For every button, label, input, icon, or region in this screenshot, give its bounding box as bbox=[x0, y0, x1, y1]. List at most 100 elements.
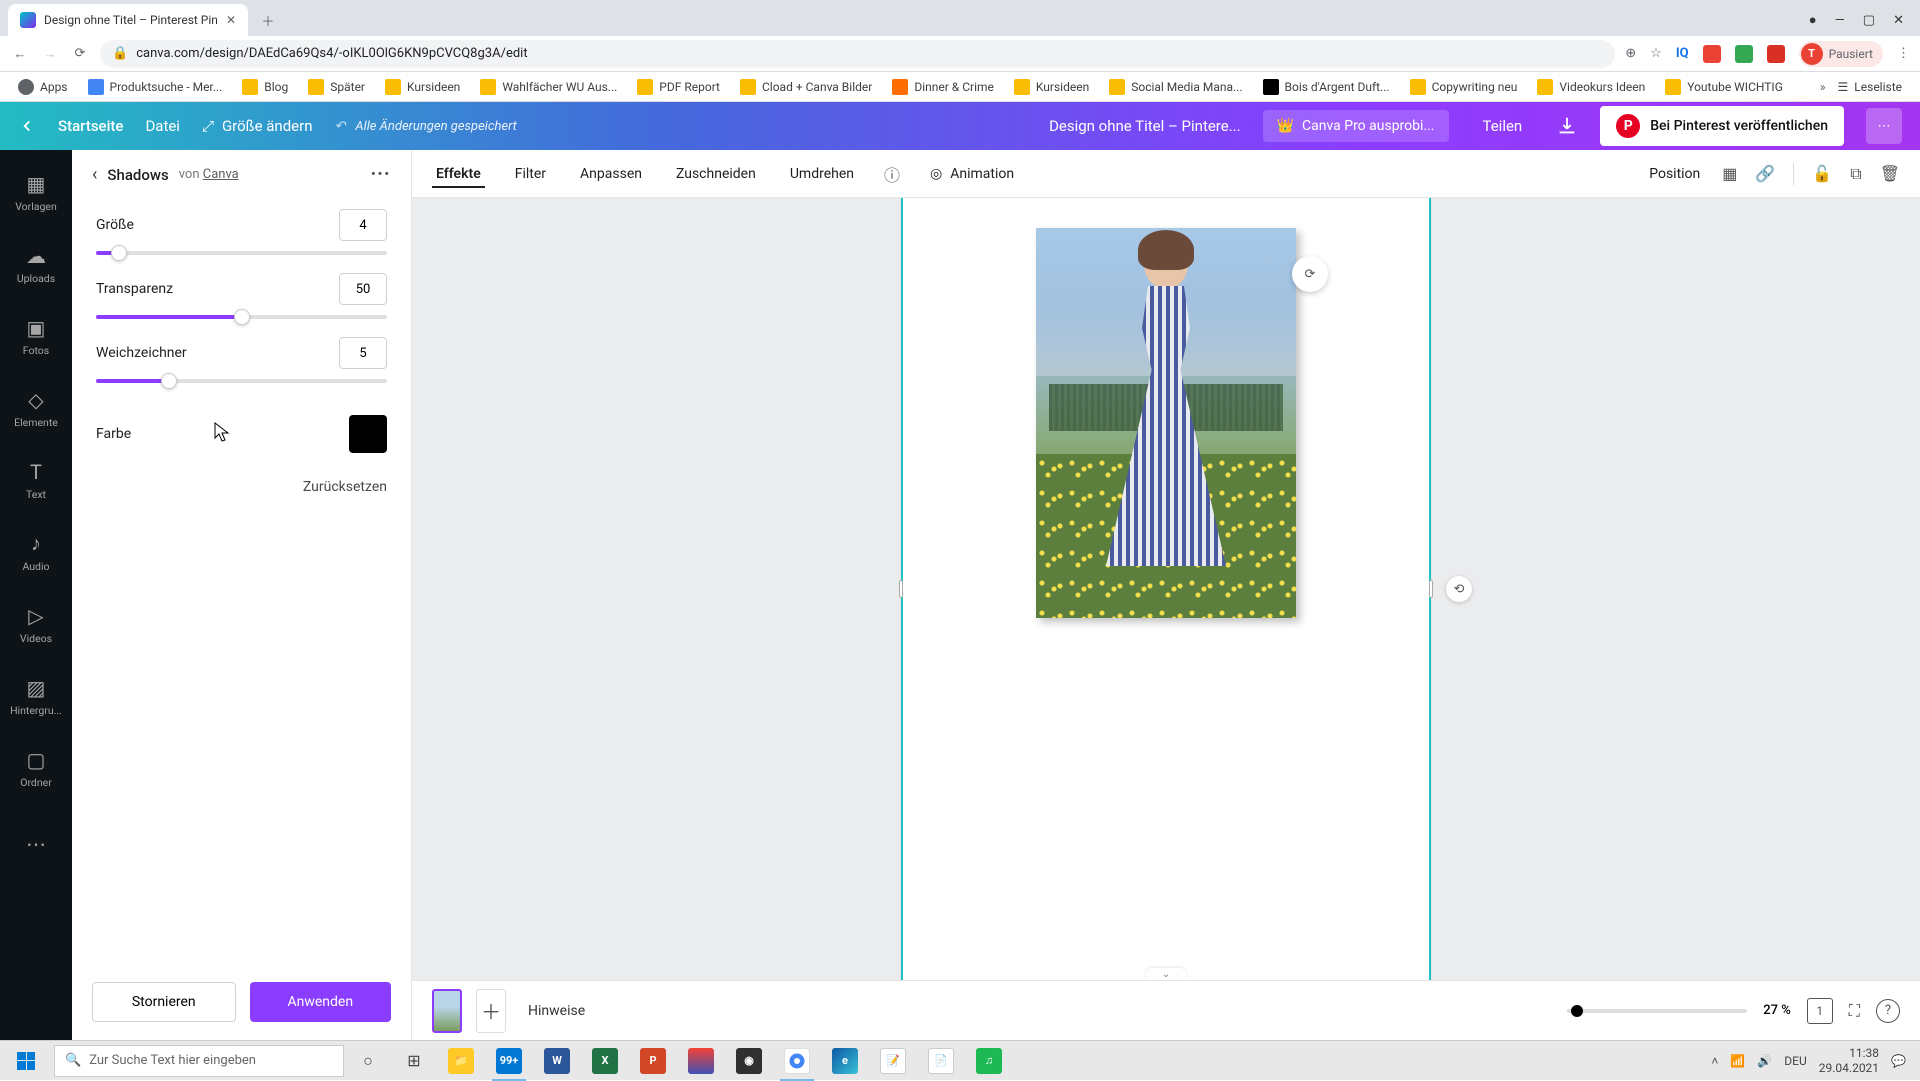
taskbar-app[interactable]: 📄 bbox=[918, 1041, 964, 1081]
reload-icon[interactable]: ⟳ bbox=[70, 46, 90, 61]
effects-tab[interactable]: Effekte bbox=[432, 160, 485, 188]
bookmark-item[interactable]: Bois d'Argent Duft... bbox=[1255, 75, 1398, 99]
ext-iq-icon[interactable]: IQ bbox=[1676, 46, 1689, 61]
resize-button[interactable]: ⤢ Größe ändern bbox=[202, 117, 313, 135]
bookmark-item[interactable]: Wahlfächer WU Aus... bbox=[472, 75, 625, 99]
size-value[interactable]: 4 bbox=[339, 209, 387, 241]
bookmark-item[interactable]: PDF Report bbox=[629, 75, 728, 99]
header-more-button[interactable]: ⋯ bbox=[1866, 108, 1902, 144]
taskbar-mail[interactable]: 99+ bbox=[486, 1041, 532, 1081]
taskbar-edge[interactable]: e bbox=[822, 1041, 868, 1081]
taskbar-app[interactable] bbox=[678, 1041, 724, 1081]
zoom-slider[interactable] bbox=[1567, 1009, 1747, 1013]
document-title[interactable]: Design ohne Titel – Pintere... bbox=[1049, 117, 1241, 135]
bookmark-item[interactable]: Copywriting neu bbox=[1402, 75, 1526, 99]
rail-folders[interactable]: ▢Ordner bbox=[0, 732, 72, 804]
bookmark-item[interactable]: Videokurs Ideen bbox=[1529, 75, 1653, 99]
volume-icon[interactable]: 🔊 bbox=[1757, 1054, 1772, 1068]
transparency-value[interactable]: 50 bbox=[339, 273, 387, 305]
bookmark-item[interactable]: Cload + Canva Bilder bbox=[732, 75, 880, 99]
chrome-account-dot[interactable]: ● bbox=[1809, 12, 1817, 28]
position-button[interactable]: Position bbox=[1645, 160, 1704, 188]
panel-more-icon[interactable]: ••• bbox=[371, 167, 391, 182]
selected-image[interactable]: ⟳ bbox=[1036, 228, 1296, 618]
crop-tab[interactable]: Zuschneiden bbox=[672, 160, 760, 188]
close-window-icon[interactable]: ✕ bbox=[1893, 13, 1904, 28]
bookmark-item[interactable]: Kursideen bbox=[377, 75, 468, 99]
bookmark-item[interactable]: Später bbox=[300, 75, 373, 99]
bookmark-item[interactable]: Produktsuche - Mer... bbox=[80, 75, 231, 99]
bookmark-item[interactable]: Social Media Mana... bbox=[1101, 75, 1250, 99]
notifications-icon[interactable]: 💬 bbox=[1891, 1054, 1906, 1068]
taskbar-search[interactable]: 🔍 Zur Suche Text hier eingeben bbox=[54, 1045, 344, 1077]
try-pro-button[interactable]: 👑 Canva Pro ausprobi... bbox=[1263, 110, 1449, 142]
browser-tab[interactable]: Design ohne Titel – Pinterest Pin ✕ bbox=[8, 4, 248, 36]
author-link[interactable]: Canva bbox=[203, 167, 239, 182]
rail-audio[interactable]: ♪Audio bbox=[0, 516, 72, 588]
bookmark-item[interactable]: Kursideen bbox=[1006, 75, 1097, 99]
trash-icon[interactable]: 🗑 bbox=[1880, 164, 1900, 183]
cortana-icon[interactable]: ○ bbox=[346, 1041, 390, 1081]
taskbar-chrome[interactable] bbox=[774, 1041, 820, 1081]
clock[interactable]: 11:38 29.04.2021 bbox=[1819, 1046, 1879, 1075]
rail-photos[interactable]: ▣Fotos bbox=[0, 300, 72, 372]
extension-icon-3[interactable] bbox=[1767, 45, 1785, 63]
animation-button[interactable]: ◎ Animation bbox=[926, 160, 1018, 188]
slider-thumb[interactable] bbox=[161, 373, 177, 389]
rail-templates[interactable]: ▦Vorlagen bbox=[0, 156, 72, 228]
canvas-stage[interactable]: ⟳ ⟲ ⌄ bbox=[412, 198, 1920, 980]
start-button[interactable] bbox=[4, 1041, 48, 1081]
rotate-handle[interactable]: ⟲ bbox=[1446, 576, 1472, 602]
duplicate-icon[interactable]: ⧉ bbox=[1850, 164, 1861, 184]
panel-back-icon[interactable]: ‹ bbox=[92, 164, 97, 185]
rail-background[interactable]: ▨Hintergru... bbox=[0, 660, 72, 732]
tray-expand-icon[interactable]: ˄ bbox=[1711, 1054, 1718, 1068]
transparency-slider[interactable] bbox=[96, 315, 387, 319]
language-indicator[interactable]: DEU bbox=[1784, 1054, 1806, 1068]
reset-link[interactable]: Zurücksetzen bbox=[303, 479, 387, 495]
chrome-menu-icon[interactable]: ⋮ bbox=[1897, 46, 1910, 61]
share-button[interactable]: Teilen bbox=[1471, 109, 1535, 143]
adjust-tab[interactable]: Anpassen bbox=[576, 160, 646, 188]
bookmarks-overflow[interactable]: » bbox=[1820, 80, 1826, 94]
maximize-icon[interactable]: ▢ bbox=[1863, 13, 1875, 28]
rail-more[interactable]: ⋯ bbox=[0, 808, 72, 880]
bookmark-item[interactable]: Blog bbox=[234, 75, 296, 99]
refresh-image-icon[interactable]: ⟳ bbox=[1292, 256, 1328, 292]
transparency-icon[interactable]: ▦ bbox=[1722, 164, 1737, 183]
rail-text[interactable]: TText bbox=[0, 444, 72, 516]
zoom-percent[interactable]: 27 % bbox=[1763, 1003, 1791, 1018]
taskbar-explorer[interactable]: 📁 bbox=[438, 1041, 484, 1081]
url-input[interactable]: 🔒 canva.com/design/DAEdCa69Qs4/-oIKL0OlG… bbox=[100, 40, 1615, 68]
size-slider[interactable] bbox=[96, 251, 387, 255]
artboard[interactable]: ⟳ ⟲ bbox=[901, 198, 1431, 980]
header-back-icon[interactable] bbox=[18, 117, 36, 135]
close-tab-icon[interactable]: ✕ bbox=[226, 13, 236, 27]
help-icon[interactable]: ? bbox=[1876, 999, 1900, 1023]
expand-strip-icon[interactable]: ⌄ bbox=[1146, 968, 1186, 980]
color-swatch[interactable] bbox=[349, 415, 387, 453]
download-icon[interactable] bbox=[1556, 115, 1578, 137]
taskbar-powerpoint[interactable]: P bbox=[630, 1041, 676, 1081]
resize-handle-right[interactable] bbox=[1429, 580, 1433, 598]
taskbar-word[interactable]: W bbox=[534, 1041, 580, 1081]
fullscreen-icon[interactable]: ⛶ bbox=[1849, 1001, 1860, 1021]
taskbar-excel[interactable]: X bbox=[582, 1041, 628, 1081]
zoom-thumb[interactable] bbox=[1571, 1005, 1583, 1017]
bookmark-apps[interactable]: Apps bbox=[10, 75, 76, 99]
notes-button[interactable]: Hinweise bbox=[528, 1003, 585, 1019]
bookmark-item[interactable]: Youtube WICHTIG bbox=[1657, 75, 1791, 99]
wifi-icon[interactable]: 📶 bbox=[1730, 1054, 1745, 1068]
reading-list[interactable]: ☰Leseliste bbox=[1830, 76, 1910, 98]
taskbar-obs[interactable]: ◉ bbox=[726, 1041, 772, 1081]
filter-tab[interactable]: Filter bbox=[511, 160, 550, 188]
resize-handle-left[interactable] bbox=[899, 580, 903, 598]
apply-button[interactable]: Anwenden bbox=[250, 982, 392, 1022]
page-count-icon[interactable]: 1 bbox=[1807, 998, 1833, 1024]
taskbar-notepad[interactable]: 📝 bbox=[870, 1041, 916, 1081]
star-icon[interactable]: ☆ bbox=[1650, 46, 1662, 61]
add-page-button[interactable]: ＋ bbox=[476, 989, 506, 1033]
new-tab-button[interactable]: ＋ bbox=[254, 6, 282, 34]
zoom-icon[interactable]: ⊕ bbox=[1625, 46, 1636, 61]
blur-value[interactable]: 5 bbox=[339, 337, 387, 369]
